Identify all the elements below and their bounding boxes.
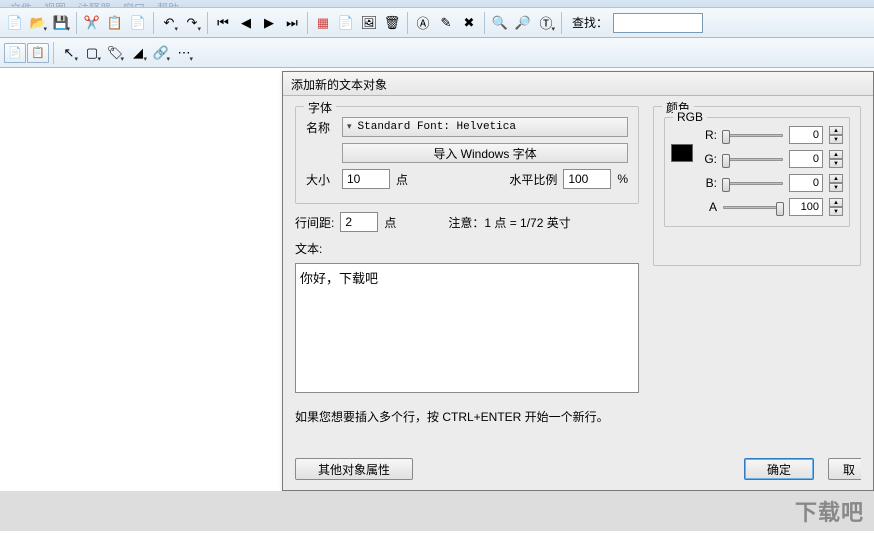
tool-link-icon[interactable]: 🔗 xyxy=(150,42,172,64)
cancel-button[interactable]: 取 xyxy=(828,458,861,480)
tool-pointer-icon[interactable]: ↖ xyxy=(58,42,80,64)
a-spinner[interactable]: ▲▼ xyxy=(829,198,843,216)
separator xyxy=(407,12,408,34)
b-value[interactable] xyxy=(789,174,823,192)
nav-prev-icon[interactable]: ◀ xyxy=(235,12,257,34)
nav-next-icon[interactable]: ▶ xyxy=(258,12,280,34)
redo-icon[interactable]: ↷ xyxy=(181,12,203,34)
new-file-icon[interactable]: 📄 xyxy=(4,12,26,34)
search-input[interactable] xyxy=(613,13,703,33)
note-label: 注意：1 点 = 1/72 英寸 xyxy=(448,214,570,231)
g-slider[interactable] xyxy=(723,158,783,161)
a-slider[interactable] xyxy=(723,206,783,209)
image-icon[interactable]: 🖼 xyxy=(358,12,380,34)
separator xyxy=(76,12,77,34)
zoom-out-icon[interactable]: 🔎 xyxy=(512,12,534,34)
tool-more-icon[interactable]: ⋯ xyxy=(173,42,195,64)
menu-bar: 文件 视图 注释器 窗口 帮助 xyxy=(0,0,874,8)
save-icon[interactable]: 💾 xyxy=(50,12,72,34)
b-spinner[interactable]: ▲▼ xyxy=(829,174,843,192)
r-label: R: xyxy=(703,128,717,142)
r-slider[interactable] xyxy=(723,134,783,137)
nav-first-icon[interactable]: ⏮ xyxy=(212,12,234,34)
tab-icon[interactable]: 📄 xyxy=(4,43,26,63)
line-spacing-unit: 点 xyxy=(384,214,396,231)
separator xyxy=(207,12,208,34)
line-spacing-label: 行间距: xyxy=(295,214,334,231)
select-tool-icon[interactable]: Ⓣ xyxy=(535,12,557,34)
color-group: 颜色 RGB R: ▲▼ xyxy=(653,106,861,266)
tool-square-icon[interactable]: ▢ xyxy=(81,42,103,64)
add-text-dialog: 添加新的文本对象 字体 名称 Standard Font: Helvetica … xyxy=(282,71,874,491)
main-toolbar: 📄 📂 💾 ✂️ 📋 📄 ↶ ↷ ⏮ ◀ ▶ ⏭ ▦ 📄 🖼 🗑 Ⓐ ✎ ✖ 🔍… xyxy=(0,8,874,38)
tool-stamp-icon[interactable]: 🏷 xyxy=(104,42,126,64)
dialog-title: 添加新的文本对象 xyxy=(283,72,873,96)
font-size-input[interactable] xyxy=(342,169,390,189)
multiline-hint: 如果您想要插入多个行，按 CTRL+ENTER 开始一个新行。 xyxy=(295,408,639,425)
tab-icon[interactable]: 📋 xyxy=(27,43,49,63)
search-label: 查找： xyxy=(572,14,608,31)
page-icon[interactable]: ▦ xyxy=(312,12,334,34)
a-label: A xyxy=(703,200,717,214)
tool-shape-icon[interactable]: ◢ xyxy=(127,42,149,64)
font-name-dropdown[interactable]: Standard Font: Helvetica xyxy=(342,117,628,137)
ok-button[interactable]: 确定 xyxy=(744,458,814,480)
bottom-strip: 下载吧 xyxy=(0,491,874,531)
text-edit-icon[interactable]: ✎ xyxy=(435,12,457,34)
hscale-input[interactable] xyxy=(563,169,611,189)
watermark: 下载吧 xyxy=(795,495,864,527)
b-slider[interactable] xyxy=(723,182,783,185)
cut-icon[interactable]: ✂️ xyxy=(81,12,103,34)
separator xyxy=(153,12,154,34)
g-label: G: xyxy=(703,152,717,166)
secondary-toolbar: 📄 📋 ↖ ▢ 🏷 ◢ 🔗 ⋯ xyxy=(0,38,874,68)
nav-last-icon[interactable]: ⏭ xyxy=(281,12,303,34)
r-value[interactable] xyxy=(789,126,823,144)
font-group: 字体 名称 Standard Font: Helvetica 导入 Window… xyxy=(295,106,639,204)
undo-icon[interactable]: ↶ xyxy=(158,12,180,34)
separator xyxy=(484,12,485,34)
separator xyxy=(307,12,308,34)
a-value[interactable] xyxy=(789,198,823,216)
text-label: 文本: xyxy=(295,240,322,257)
size-unit: 点 xyxy=(396,171,408,188)
text-tool-icon[interactable]: Ⓐ xyxy=(412,12,434,34)
menu-item[interactable]: 帮助 xyxy=(151,0,185,7)
menu-item[interactable]: 注释器 xyxy=(72,0,117,7)
hscale-unit: % xyxy=(617,172,628,186)
separator xyxy=(561,12,562,34)
r-spinner[interactable]: ▲▼ xyxy=(829,126,843,144)
name-label: 名称 xyxy=(306,119,336,136)
g-spinner[interactable]: ▲▼ xyxy=(829,150,843,168)
rgb-box: RGB R: ▲▼ xyxy=(664,117,850,227)
font-group-label: 字体 xyxy=(304,99,336,116)
b-label: B: xyxy=(703,176,717,190)
paste-icon[interactable]: 📄 xyxy=(127,12,149,34)
import-windows-font-button[interactable]: 导入 Windows 字体 xyxy=(342,143,628,163)
text-delete-icon[interactable]: ✖ xyxy=(458,12,480,34)
hscale-label: 水平比例 xyxy=(509,171,557,188)
copy-icon[interactable]: 📋 xyxy=(104,12,126,34)
zoom-in-icon[interactable]: 🔍 xyxy=(489,12,511,34)
other-properties-button[interactable]: 其他对象属性 xyxy=(295,458,413,480)
open-icon[interactable]: 📂 xyxy=(27,12,49,34)
menu-item[interactable]: 视图 xyxy=(38,0,72,7)
text-content-input[interactable]: 你好，下载吧 xyxy=(295,263,639,393)
line-spacing-input[interactable] xyxy=(340,212,378,232)
g-value[interactable] xyxy=(789,150,823,168)
size-label: 大小 xyxy=(306,171,336,188)
insert-page-icon[interactable]: 📄 xyxy=(335,12,357,34)
separator xyxy=(53,42,54,64)
menu-item[interactable]: 窗口 xyxy=(117,0,151,7)
color-preview xyxy=(671,144,693,162)
menu-item[interactable]: 文件 xyxy=(4,0,38,7)
rgb-label: RGB xyxy=(673,110,707,124)
delete-page-icon[interactable]: 🗑 xyxy=(381,12,403,34)
